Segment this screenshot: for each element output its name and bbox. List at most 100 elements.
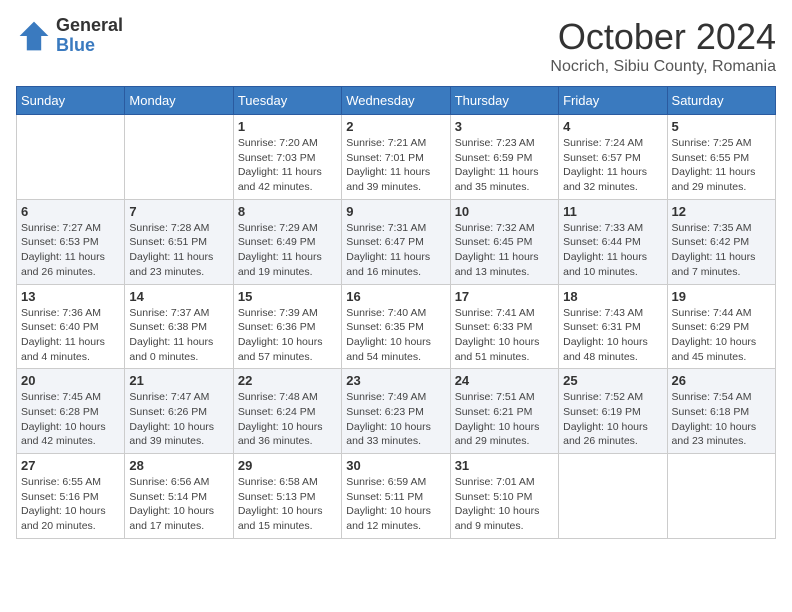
day-number: 5 bbox=[672, 119, 771, 134]
day-cell: 8 Sunrise: 7:29 AM Sunset: 6:49 PM Daylig… bbox=[233, 199, 341, 284]
day-info: Sunrise: 6:59 AM Sunset: 5:11 PM Dayligh… bbox=[346, 475, 445, 534]
day-info: Sunrise: 7:48 AM Sunset: 6:24 PM Dayligh… bbox=[238, 390, 337, 449]
day-cell: 20 Sunrise: 7:45 AM Sunset: 6:28 PM Dayli… bbox=[17, 369, 125, 454]
location-title: Nocrich, Sibiu County, Romania bbox=[550, 58, 776, 76]
day-number: 8 bbox=[238, 204, 337, 219]
weekday-header-friday: Friday bbox=[559, 87, 667, 115]
day-cell: 4 Sunrise: 7:24 AM Sunset: 6:57 PM Daylig… bbox=[559, 115, 667, 200]
day-cell: 16 Sunrise: 7:40 AM Sunset: 6:35 PM Dayli… bbox=[342, 284, 450, 369]
day-number: 27 bbox=[21, 458, 120, 473]
day-info: Sunrise: 7:25 AM Sunset: 6:55 PM Dayligh… bbox=[672, 136, 771, 195]
day-number: 20 bbox=[21, 373, 120, 388]
day-cell: 2 Sunrise: 7:21 AM Sunset: 7:01 PM Daylig… bbox=[342, 115, 450, 200]
weekday-header-monday: Monday bbox=[125, 87, 233, 115]
day-number: 24 bbox=[455, 373, 554, 388]
day-info: Sunrise: 7:54 AM Sunset: 6:18 PM Dayligh… bbox=[672, 390, 771, 449]
day-number: 22 bbox=[238, 373, 337, 388]
day-number: 26 bbox=[672, 373, 771, 388]
calendar-body: 1 Sunrise: 7:20 AM Sunset: 7:03 PM Daylig… bbox=[17, 115, 776, 539]
day-number: 11 bbox=[563, 204, 662, 219]
week-row-4: 20 Sunrise: 7:45 AM Sunset: 6:28 PM Dayli… bbox=[17, 369, 776, 454]
day-info: Sunrise: 6:58 AM Sunset: 5:13 PM Dayligh… bbox=[238, 475, 337, 534]
weekday-header-sunday: Sunday bbox=[17, 87, 125, 115]
day-info: Sunrise: 7:29 AM Sunset: 6:49 PM Dayligh… bbox=[238, 221, 337, 280]
weekday-header-wednesday: Wednesday bbox=[342, 87, 450, 115]
day-cell bbox=[667, 454, 775, 539]
day-cell: 17Sunrise: 7:41 AM Sunset: 6:33 PM Dayli… bbox=[450, 284, 558, 369]
day-info: Sunrise: 7:51 AM Sunset: 6:21 PM Dayligh… bbox=[455, 390, 554, 449]
week-row-1: 1 Sunrise: 7:20 AM Sunset: 7:03 PM Daylig… bbox=[17, 115, 776, 200]
day-cell: 15 Sunrise: 7:39 AM Sunset: 6:36 PM Dayli… bbox=[233, 284, 341, 369]
day-cell: 25Sunrise: 7:52 AM Sunset: 6:19 PM Dayli… bbox=[559, 369, 667, 454]
day-number: 13 bbox=[21, 289, 120, 304]
day-cell: 26 Sunrise: 7:54 AM Sunset: 6:18 PM Dayli… bbox=[667, 369, 775, 454]
day-info: Sunrise: 7:37 AM Sunset: 6:38 PM Dayligh… bbox=[129, 306, 228, 365]
day-info: Sunrise: 7:35 AM Sunset: 6:42 PM Dayligh… bbox=[672, 221, 771, 280]
day-cell bbox=[559, 454, 667, 539]
day-number: 15 bbox=[238, 289, 337, 304]
day-cell: 7 Sunrise: 7:28 AM Sunset: 6:51 PM Daylig… bbox=[125, 199, 233, 284]
title-block: October 2024 Nocrich, Sibiu County, Roma… bbox=[550, 16, 776, 76]
day-number: 19 bbox=[672, 289, 771, 304]
day-number: 28 bbox=[129, 458, 228, 473]
day-cell: 31 Sunrise: 7:01 AM Sunset: 5:10 PM Dayli… bbox=[450, 454, 558, 539]
day-cell: 28Sunrise: 6:56 AM Sunset: 5:14 PM Dayli… bbox=[125, 454, 233, 539]
day-number: 12 bbox=[672, 204, 771, 219]
day-info: Sunrise: 7:47 AM Sunset: 6:26 PM Dayligh… bbox=[129, 390, 228, 449]
day-number: 2 bbox=[346, 119, 445, 134]
day-cell: 3Sunrise: 7:23 AM Sunset: 6:59 PM Daylig… bbox=[450, 115, 558, 200]
day-cell: 18Sunrise: 7:43 AM Sunset: 6:31 PM Dayli… bbox=[559, 284, 667, 369]
day-info: Sunrise: 7:24 AM Sunset: 6:57 PM Dayligh… bbox=[563, 136, 662, 195]
day-info: Sunrise: 7:41 AM Sunset: 6:33 PM Dayligh… bbox=[455, 306, 554, 365]
day-info: Sunrise: 7:32 AM Sunset: 6:45 PM Dayligh… bbox=[455, 221, 554, 280]
weekday-header-saturday: Saturday bbox=[667, 87, 775, 115]
day-number: 1 bbox=[238, 119, 337, 134]
day-cell: 27 Sunrise: 6:55 AM Sunset: 5:16 PM Dayli… bbox=[17, 454, 125, 539]
day-cell: 9 Sunrise: 7:31 AM Sunset: 6:47 PM Daylig… bbox=[342, 199, 450, 284]
day-info: Sunrise: 7:01 AM Sunset: 5:10 PM Dayligh… bbox=[455, 475, 554, 534]
day-info: Sunrise: 7:49 AM Sunset: 6:23 PM Dayligh… bbox=[346, 390, 445, 449]
day-number: 23 bbox=[346, 373, 445, 388]
day-info: Sunrise: 7:36 AM Sunset: 6:40 PM Dayligh… bbox=[21, 306, 120, 365]
day-number: 3 bbox=[455, 119, 554, 134]
logo-general: General bbox=[56, 16, 123, 36]
page-header: General Blue October 2024 Nocrich, Sibiu… bbox=[16, 16, 776, 76]
day-cell: 30 Sunrise: 6:59 AM Sunset: 5:11 PM Dayli… bbox=[342, 454, 450, 539]
day-cell: 29 Sunrise: 6:58 AM Sunset: 5:13 PM Dayli… bbox=[233, 454, 341, 539]
logo-text: General Blue bbox=[56, 16, 123, 56]
day-number: 18 bbox=[563, 289, 662, 304]
day-number: 10 bbox=[455, 204, 554, 219]
day-cell: 1 Sunrise: 7:20 AM Sunset: 7:03 PM Daylig… bbox=[233, 115, 341, 200]
month-title: October 2024 bbox=[550, 16, 776, 58]
day-info: Sunrise: 7:45 AM Sunset: 6:28 PM Dayligh… bbox=[21, 390, 120, 449]
day-number: 9 bbox=[346, 204, 445, 219]
day-number: 7 bbox=[129, 204, 228, 219]
day-number: 14 bbox=[129, 289, 228, 304]
day-info: Sunrise: 7:39 AM Sunset: 6:36 PM Dayligh… bbox=[238, 306, 337, 365]
week-row-2: 6 Sunrise: 7:27 AM Sunset: 6:53 PM Daylig… bbox=[17, 199, 776, 284]
day-info: Sunrise: 7:20 AM Sunset: 7:03 PM Dayligh… bbox=[238, 136, 337, 195]
day-cell: 12 Sunrise: 7:35 AM Sunset: 6:42 PM Dayli… bbox=[667, 199, 775, 284]
week-row-5: 27 Sunrise: 6:55 AM Sunset: 5:16 PM Dayli… bbox=[17, 454, 776, 539]
day-info: Sunrise: 7:21 AM Sunset: 7:01 PM Dayligh… bbox=[346, 136, 445, 195]
day-number: 29 bbox=[238, 458, 337, 473]
day-number: 6 bbox=[21, 204, 120, 219]
day-cell: 23 Sunrise: 7:49 AM Sunset: 6:23 PM Dayli… bbox=[342, 369, 450, 454]
day-number: 16 bbox=[346, 289, 445, 304]
day-info: Sunrise: 7:27 AM Sunset: 6:53 PM Dayligh… bbox=[21, 221, 120, 280]
day-cell: 11 Sunrise: 7:33 AM Sunset: 6:44 PM Dayli… bbox=[559, 199, 667, 284]
day-info: Sunrise: 7:33 AM Sunset: 6:44 PM Dayligh… bbox=[563, 221, 662, 280]
day-cell bbox=[17, 115, 125, 200]
day-info: Sunrise: 7:28 AM Sunset: 6:51 PM Dayligh… bbox=[129, 221, 228, 280]
day-cell: 13 Sunrise: 7:36 AM Sunset: 6:40 PM Dayli… bbox=[17, 284, 125, 369]
calendar-header: SundayMondayTuesdayWednesdayThursdayFrid… bbox=[17, 87, 776, 115]
day-number: 31 bbox=[455, 458, 554, 473]
day-info: Sunrise: 7:40 AM Sunset: 6:35 PM Dayligh… bbox=[346, 306, 445, 365]
day-cell: 22 Sunrise: 7:48 AM Sunset: 6:24 PM Dayli… bbox=[233, 369, 341, 454]
day-number: 21 bbox=[129, 373, 228, 388]
day-info: Sunrise: 6:55 AM Sunset: 5:16 PM Dayligh… bbox=[21, 475, 120, 534]
day-number: 30 bbox=[346, 458, 445, 473]
day-info: Sunrise: 7:31 AM Sunset: 6:47 PM Dayligh… bbox=[346, 221, 445, 280]
day-cell: 14 Sunrise: 7:37 AM Sunset: 6:38 PM Dayli… bbox=[125, 284, 233, 369]
day-number: 4 bbox=[563, 119, 662, 134]
